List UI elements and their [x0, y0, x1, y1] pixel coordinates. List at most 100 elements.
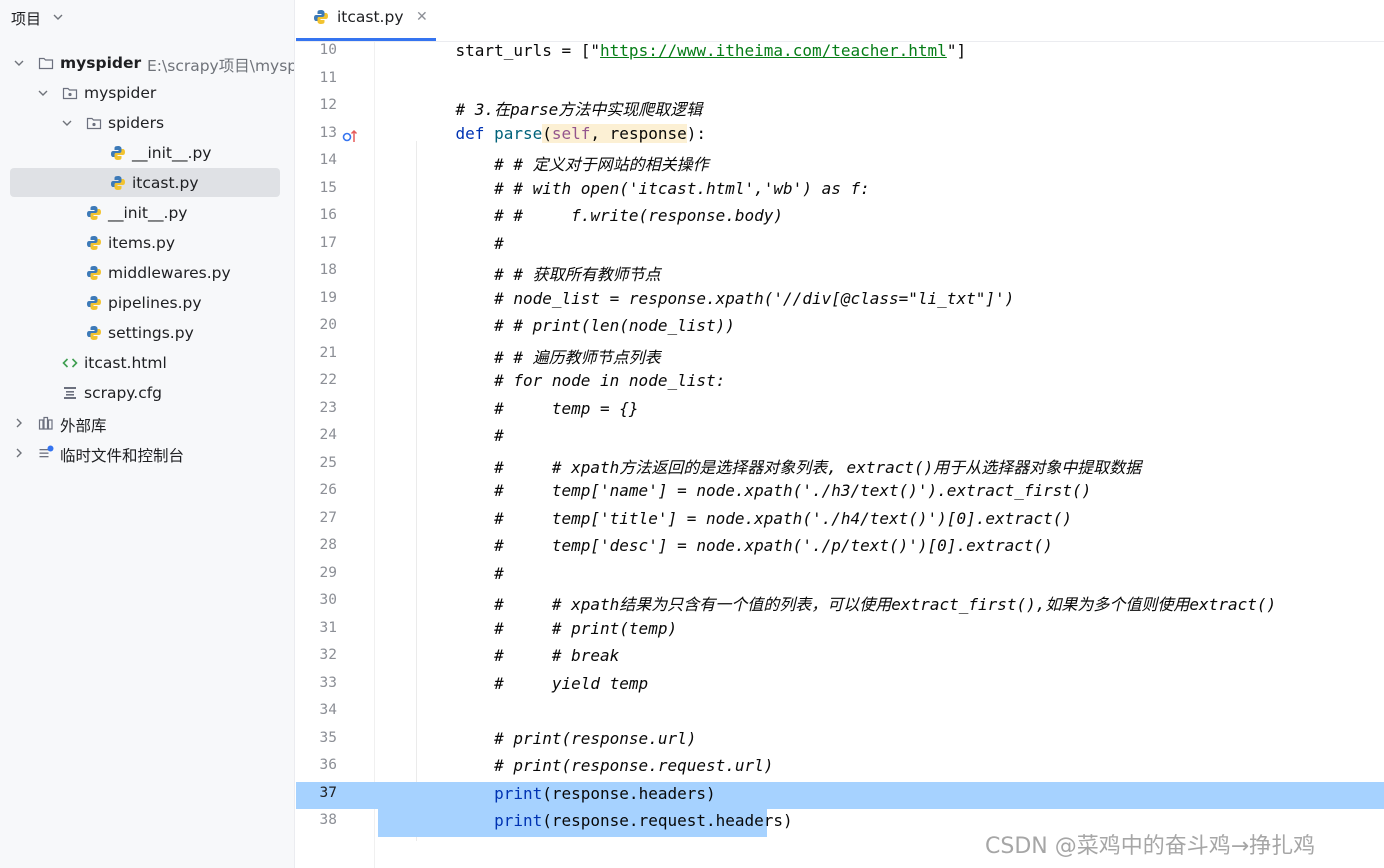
code-line[interactable]: 29 # — [296, 562, 1384, 590]
tree-item-external-libraries[interactable]: 外部库 — [0, 408, 294, 438]
tree-item-itcast-py[interactable]: itcast.py — [0, 168, 294, 198]
code-text[interactable]: # print(response.url) — [417, 729, 696, 748]
code-line[interactable]: 21 # # 遍历教师节点列表 — [296, 342, 1384, 370]
code-text[interactable]: # # print(len(node_list)) — [417, 316, 735, 335]
code-text[interactable]: # — [417, 426, 504, 445]
tree-item-pipelines-py[interactable]: pipelines.py — [0, 288, 294, 318]
tree-item-middlewares-py[interactable]: middlewares.py — [0, 258, 294, 288]
code-text[interactable]: # 3.在parse方法中实现爬取逻辑 — [417, 96, 703, 120]
code-line[interactable]: 32 # # break — [296, 644, 1384, 672]
line-number: 12 — [319, 97, 337, 113]
code-line[interactable]: 24 # — [296, 424, 1384, 452]
code-text[interactable]: # # xpath结果为只含有一个值的列表，可以使用extract_first(… — [417, 591, 1276, 615]
active-tab-indicator — [296, 38, 436, 41]
tree-item-itcast-html[interactable]: itcast.html — [0, 348, 294, 378]
code-line[interactable]: 34 — [296, 699, 1384, 727]
tree-item-label: middlewares.py — [108, 264, 231, 282]
code-text[interactable]: # temp['name'] = node.xpath('./h3/text()… — [417, 481, 1091, 500]
tree-item-spiders-init-py[interactable]: __init__.py — [0, 138, 294, 168]
code-text[interactable]: # node_list = response.xpath('//div[@cla… — [417, 289, 1014, 308]
code-editor[interactable]: 10 start_urls = ["https://www.itheima.co… — [296, 42, 1384, 868]
code-line[interactable]: 26 # temp['name'] = node.xpath('./h3/tex… — [296, 479, 1384, 507]
tree-item-label: settings.py — [108, 324, 194, 342]
close-tab-icon[interactable]: ✕ — [416, 9, 428, 25]
line-number: 33 — [319, 674, 337, 691]
code-text[interactable]: # for node in node_list: — [417, 371, 725, 390]
line-number: 10 — [319, 42, 337, 58]
tree-item-init-py[interactable]: __init__.py — [0, 198, 294, 228]
tree-item-label: __init__.py — [108, 204, 188, 222]
code-line[interactable]: 10 start_urls = ["https://www.itheima.co… — [296, 42, 1384, 67]
code-line[interactable]: 22 # for node in node_list: — [296, 369, 1384, 397]
code-line[interactable]: 15 # # with open('itcast.html','wb') as … — [296, 177, 1384, 205]
code-line[interactable]: 36 # print(response.request.url) — [296, 754, 1384, 782]
line-number: 29 — [319, 564, 337, 581]
code-text[interactable]: # # xpath方法返回的是选择器对象列表, extract()用于从选择器对… — [417, 454, 1141, 478]
chevron-right-icon[interactable] — [13, 417, 25, 429]
code-text[interactable]: # temp['desc'] = node.xpath('./p/text()'… — [417, 536, 1053, 555]
python-file-icon — [87, 206, 101, 220]
code-line[interactable]: 25 # # xpath方法返回的是选择器对象列表, extract()用于从选… — [296, 452, 1384, 480]
project-panel-title[interactable]: 项目 — [11, 8, 41, 29]
code-text[interactable]: # # 遍历教师节点列表 — [417, 344, 661, 368]
code-text[interactable]: # # break — [417, 646, 619, 665]
editor-tab-bar: itcast.py ✕ — [296, 0, 1384, 42]
code-text[interactable]: # yield temp — [417, 674, 648, 693]
code-line[interactable]: 23 # temp = {} — [296, 397, 1384, 425]
code-line[interactable]: 14 # # 定义对于网站的相关操作 — [296, 149, 1384, 177]
python-file-icon — [314, 10, 328, 24]
code-line[interactable]: 16 # # f.write(response.body) — [296, 204, 1384, 232]
project-panel-header[interactable]: 项目 — [0, 0, 294, 36]
code-text[interactable]: # print(response.request.url) — [417, 756, 773, 775]
code-line[interactable]: 20 # # print(len(node_list)) — [296, 314, 1384, 342]
code-line[interactable]: 33 # yield temp — [296, 672, 1384, 700]
code-text[interactable]: # # f.write(response.body) — [417, 206, 783, 225]
code-line[interactable]: 11 — [296, 67, 1384, 95]
code-text[interactable]: # temp = {} — [417, 399, 639, 418]
code-line[interactable]: 35 # print(response.url) — [296, 727, 1384, 755]
tree-item-scratches-consoles[interactable]: 临时文件和控制台 — [0, 438, 294, 468]
python-file-icon — [87, 296, 101, 310]
code-text[interactable]: print(response.headers) — [417, 784, 716, 803]
tree-item-myspider-root[interactable]: myspider E:\scrapy项目\myspider — [0, 48, 294, 78]
line-number: 25 — [319, 454, 337, 471]
code-text[interactable]: # # 定义对于网站的相关操作 — [417, 151, 709, 175]
code-text[interactable]: # — [417, 234, 504, 253]
chevron-right-icon[interactable] — [13, 447, 25, 459]
chevron-down-icon[interactable] — [52, 11, 64, 23]
python-file-icon — [111, 176, 125, 190]
line-number: 37 — [319, 784, 337, 801]
code-text[interactable]: # # 获取所有教师节点 — [417, 261, 661, 285]
code-line[interactable]: 19 # node_list = response.xpath('//div[@… — [296, 287, 1384, 315]
code-line[interactable]: 30 # # xpath结果为只含有一个值的列表，可以使用extract_fir… — [296, 589, 1384, 617]
code-line[interactable]: 31 # # print(temp) — [296, 617, 1384, 645]
tree-item-label: itcast.html — [84, 354, 167, 372]
code-text[interactable]: def parse(self, response): — [417, 123, 706, 143]
tree-item-settings-py[interactable]: settings.py — [0, 318, 294, 348]
code-line-selected[interactable]: 37 print(response.headers) — [296, 781, 1384, 809]
code-text[interactable]: # — [417, 564, 504, 583]
code-text[interactable]: # temp['title'] = node.xpath('./h4/text(… — [417, 509, 1072, 528]
code-line[interactable]: 18 # # 获取所有教师节点 — [296, 259, 1384, 287]
line-number: 20 — [319, 317, 337, 333]
watermark: CSDN @菜鸡中的奋斗鸡→挣扎鸡 — [985, 834, 1316, 859]
override-method-icon[interactable] — [342, 128, 358, 144]
tree-item-items-py[interactable]: items.py — [0, 228, 294, 258]
code-line[interactable]: 28 # temp['desc'] = node.xpath('./p/text… — [296, 534, 1384, 562]
tree-item-myspider-package[interactable]: myspider — [0, 78, 294, 108]
code-text[interactable]: print(response.request.headers) — [417, 811, 793, 830]
code-line[interactable]: 17 # — [296, 232, 1384, 260]
code-line[interactable]: 12 # 3.在parse方法中实现爬取逻辑 — [296, 94, 1384, 122]
chevron-down-icon[interactable] — [37, 87, 49, 99]
chevron-down-icon[interactable] — [13, 57, 25, 69]
line-number: 35 — [319, 729, 337, 746]
tree-item-spiders[interactable]: spiders — [0, 108, 294, 138]
code-line[interactable]: 27 # temp['title'] = node.xpath('./h4/te… — [296, 507, 1384, 535]
chevron-down-icon[interactable] — [61, 117, 73, 129]
tree-item-scrapy-cfg[interactable]: scrapy.cfg — [0, 378, 294, 408]
tab-itcast-py[interactable]: itcast.py ✕ — [296, 0, 436, 42]
code-text[interactable]: start_urls = ["https://www.itheima.com/t… — [417, 42, 967, 60]
code-line[interactable]: 13 def parse(self, response): — [296, 122, 1384, 150]
code-text[interactable]: # # print(temp) — [417, 619, 677, 638]
code-text[interactable]: # # with open('itcast.html','wb') as f: — [417, 179, 870, 198]
